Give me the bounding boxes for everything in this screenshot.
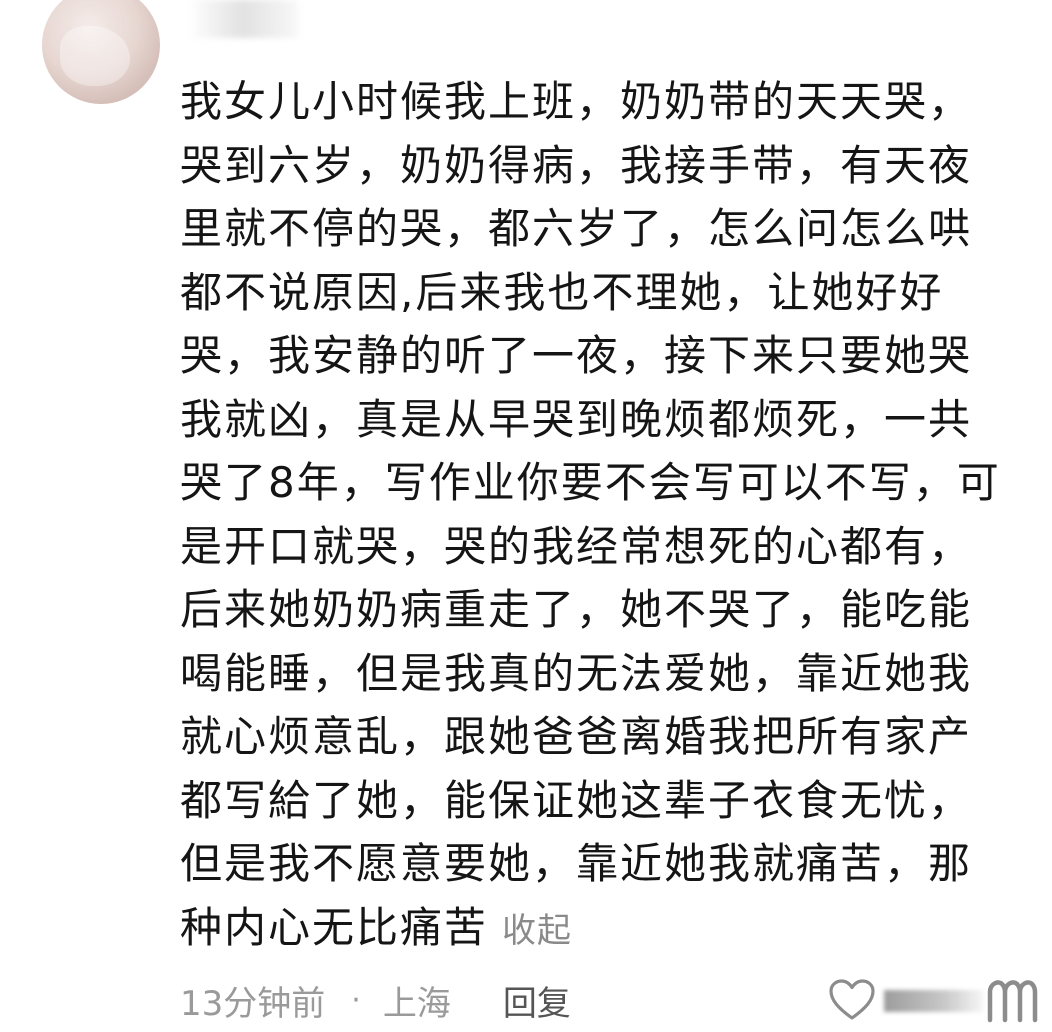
comment-line: 就心烦意乱，跟她爸爸离婚我把所有家产 [180, 712, 973, 761]
comment-meta: 13分钟前 · 上海 回复 [180, 972, 571, 1028]
username-blurred [188, 0, 298, 38]
comment-line: 但是我不愿意要她，靠近她我就痛苦，那 [180, 839, 973, 888]
like-count-blurred [884, 990, 984, 1012]
comment-line: 后来她奶奶病重走了，她不哭了，能吃能 [180, 585, 973, 634]
comment-line: 喝能睡，但是我真的无法爱她，靠近她我 [180, 648, 973, 698]
timestamp: 13分钟前 [180, 983, 326, 1024]
location: 上海 [382, 983, 451, 1024]
reply-button[interactable]: 回复 [503, 976, 571, 1025]
comment-line: 都不说原因,后来我也不理她，让她好好 [180, 267, 944, 317]
comment-last-line: 种内心无比痛苦 收起 [180, 896, 1030, 960]
comment-line: 里就不停的哭，都六岁了，怎么问怎么哄 [180, 204, 973, 253]
comment-line-text: 种内心无比痛苦 [180, 902, 489, 952]
meta-separator: · [351, 982, 361, 1018]
comment-line: 哭了8年，写作业你要不会写可以不写，可 [180, 458, 1001, 507]
comment-line: 哭到六岁，奶奶得病，我接手带，有天夜 [180, 140, 973, 190]
comment-line: 我就凶，真是从早哭到晚烦都烦死，一共 [180, 394, 973, 444]
collapse-button[interactable]: 收起 [502, 911, 572, 951]
comment-actions [820, 972, 1040, 1028]
comment-line: 哭，我安静的听了一夜，接下来只要她哭 [180, 331, 973, 380]
comment-line: 是开口就哭，哭的我经常想死的心都有， [180, 521, 973, 571]
more-icon[interactable] [984, 974, 1040, 1024]
heart-outline-icon[interactable] [828, 978, 876, 1022]
avatar[interactable] [42, 0, 160, 104]
comment-body: 我女儿小时候我上班，奶奶带的天天哭， 哭到六岁，奶奶得病，我接手带，有天夜 里就… [180, 70, 1030, 959]
comment-line: 我女儿小时候我上班，奶奶带的天天哭， [180, 77, 973, 126]
comment-line: 都写給了她，能保证她这辈子衣食无忧， [180, 775, 973, 825]
